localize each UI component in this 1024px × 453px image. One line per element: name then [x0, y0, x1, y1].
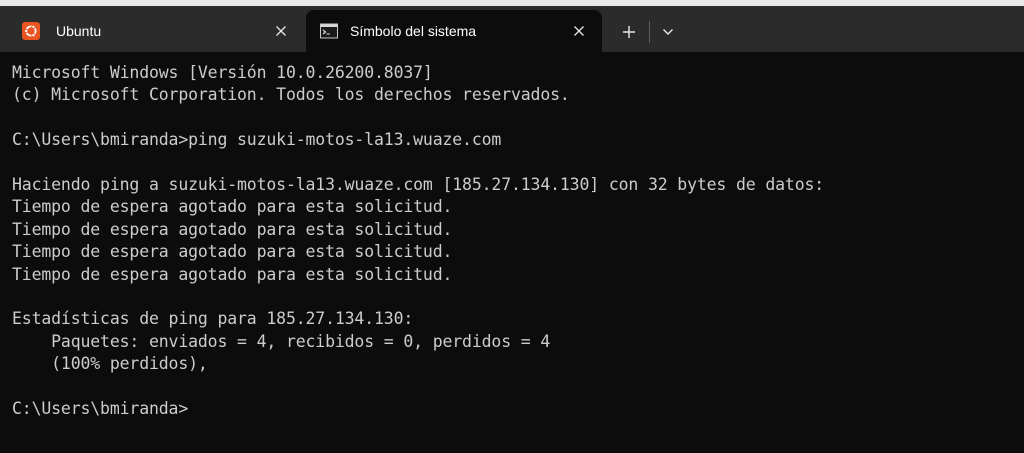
terminal-output[interactable]: Microsoft Windows [Versión 10.0.26200.80… [0, 52, 1024, 453]
tab-command-prompt[interactable]: Símbolo del sistema [306, 10, 602, 52]
terminal-line: C:\Users\bmiranda> [12, 399, 189, 418]
plus-icon [623, 26, 635, 38]
close-tab-ubuntu-button[interactable] [270, 20, 292, 42]
profiles-dropdown-button[interactable] [654, 17, 682, 47]
terminal-line: (100% perdidos), [12, 354, 208, 374]
close-icon [574, 26, 584, 36]
terminal-line: Tiempo de espera agotado para esta solic… [12, 264, 453, 284]
terminal-line: Tiempo de espera agotado para esta solic… [12, 219, 453, 239]
close-icon [276, 26, 286, 36]
close-tab-command-prompt-button[interactable] [568, 20, 590, 42]
chevron-down-icon [663, 29, 673, 35]
terminal-line: Haciendo ping a suzuki-motos-la13.wuaze.… [12, 175, 825, 194]
tab-ubuntu-label: Ubuntu [56, 23, 102, 39]
terminal-line: (c) Microsoft Corporation. Todos los der… [12, 85, 570, 105]
ubuntu-icon [22, 22, 40, 40]
command-prompt-icon [320, 22, 338, 40]
terminal-line: Estadísticas de ping para 185.27.134.130… [12, 309, 414, 329]
new-tab-button[interactable] [614, 17, 644, 47]
terminal-line: C:\Users\bmiranda>ping suzuki-motos-la13… [12, 130, 502, 150]
terminal-window: Ubuntu Símbolo del sistema Microsoft Win… [0, 0, 1024, 453]
tab-bar: Ubuntu Símbolo del sistema [0, 0, 1024, 52]
tab-command-prompt-label: Símbolo del sistema [350, 23, 477, 39]
terminal-line: Tiempo de espera agotado para esta solic… [12, 197, 453, 217]
tab-ubuntu[interactable]: Ubuntu [8, 10, 300, 52]
window-top-edge [0, 0, 1024, 6]
toolbar-divider [649, 21, 650, 43]
terminal-line: Tiempo de espera agotado para esta solic… [12, 242, 453, 262]
terminal-line: Paquetes: enviados = 4, recibidos = 0, p… [12, 331, 551, 351]
terminal-line: Microsoft Windows [Versión 10.0.26200.80… [12, 63, 433, 82]
